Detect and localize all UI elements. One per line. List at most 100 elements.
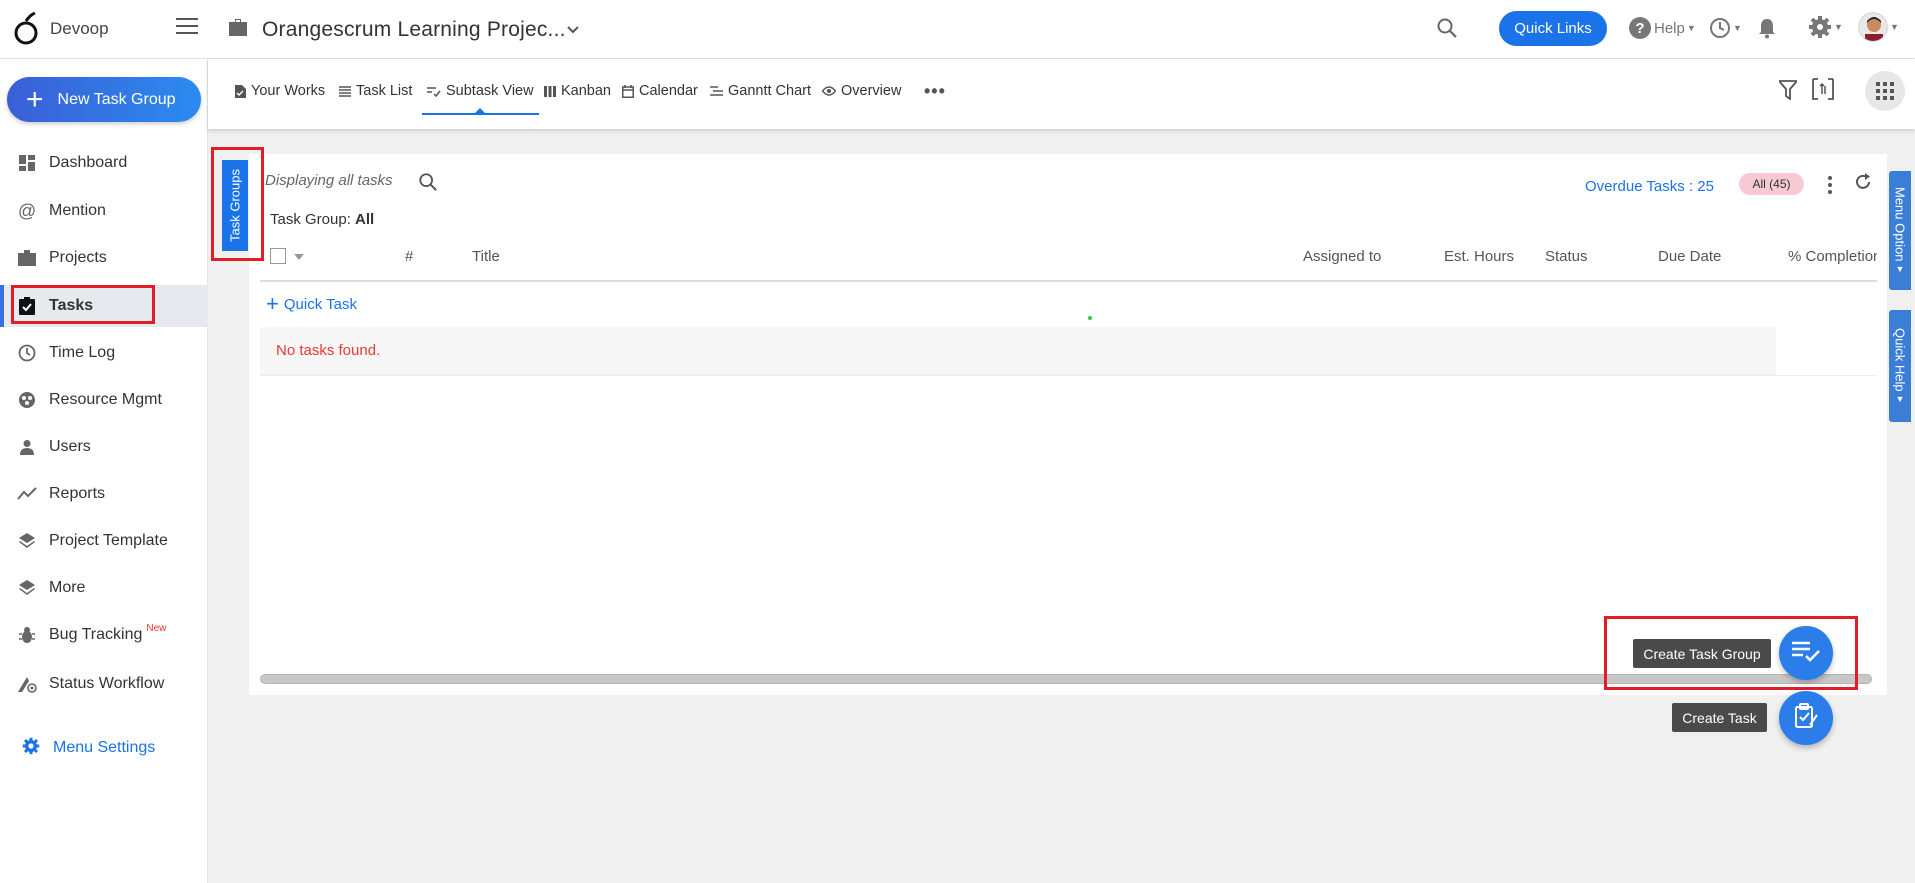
quick-help-label: Quick Help bbox=[1892, 327, 1908, 392]
gear-icon[interactable]: ▼ bbox=[1808, 15, 1843, 39]
sidebar-item-label: Mention bbox=[49, 202, 106, 219]
tab-task-list[interactable]: Task List bbox=[339, 80, 412, 102]
kebab-menu-icon[interactable] bbox=[1828, 176, 1832, 197]
eye-icon bbox=[822, 86, 836, 96]
export-icon[interactable] bbox=[1812, 78, 1834, 105]
table-header: # Title Assigned to Est. Hours Status Du… bbox=[260, 238, 1877, 282]
subtask-icon bbox=[427, 86, 441, 97]
active-tab-underline bbox=[422, 113, 539, 115]
tab-label: Your Works bbox=[251, 83, 326, 99]
help-icon: ? bbox=[1629, 17, 1651, 39]
sidebar-item-more[interactable]: More bbox=[0, 567, 208, 609]
col-assigned-to[interactable]: Assigned to bbox=[1303, 248, 1381, 265]
select-all-checkbox[interactable] bbox=[270, 248, 286, 264]
help-menu[interactable]: ? Help ▼ bbox=[1629, 17, 1696, 39]
col-completion[interactable]: % Completion bbox=[1788, 248, 1877, 265]
sidebar-item-resource-mgmt[interactable]: Resource Mgmt bbox=[0, 379, 208, 421]
menu-settings-link[interactable]: Menu Settings bbox=[0, 728, 208, 768]
tab-calendar[interactable]: Calendar bbox=[622, 80, 698, 102]
layers-icon bbox=[17, 531, 37, 551]
row-divider bbox=[260, 375, 1877, 376]
gear-icon bbox=[22, 737, 40, 760]
bell-icon[interactable] bbox=[1757, 17, 1777, 44]
create-task-group-button[interactable] bbox=[1779, 626, 1833, 680]
clock-icon[interactable]: ▼ bbox=[1709, 17, 1742, 39]
sidebar-item-label: More bbox=[49, 579, 86, 596]
displaying-text: Displaying all tasks bbox=[265, 172, 393, 189]
chevron-down-icon[interactable] bbox=[565, 22, 581, 43]
search-icon[interactable] bbox=[418, 172, 438, 197]
apps-grid-icon[interactable] bbox=[1865, 71, 1905, 111]
trend-icon bbox=[17, 484, 37, 504]
select-dropdown-caret-icon[interactable] bbox=[294, 254, 304, 260]
highlight-box bbox=[11, 285, 155, 324]
empty-message: No tasks found. bbox=[276, 342, 381, 359]
quick-task-label: Quick Task bbox=[283, 295, 357, 313]
calendar-icon bbox=[622, 84, 634, 98]
more-tabs-icon[interactable]: ••• bbox=[924, 81, 946, 102]
sidebar: + New Task Group Dashboard @ Mention Pro… bbox=[0, 59, 208, 883]
all-tasks-badge[interactable]: All (45) bbox=[1739, 173, 1804, 195]
refresh-icon[interactable] bbox=[1853, 172, 1873, 197]
sidebar-item-bug-tracking[interactable]: Bug Tracking New bbox=[0, 614, 208, 656]
overdue-tasks-link[interactable]: Overdue Tasks : 25 bbox=[1585, 178, 1714, 195]
user-avatar-menu[interactable]: ▼ bbox=[1858, 12, 1899, 42]
dashboard-icon bbox=[17, 153, 37, 173]
tab-overview[interactable]: Overview bbox=[822, 80, 901, 102]
create-task-button[interactable] bbox=[1779, 691, 1833, 745]
search-icon[interactable] bbox=[1436, 17, 1458, 44]
doc-icon bbox=[235, 84, 246, 98]
sidebar-item-mention[interactable]: @ Mention bbox=[0, 190, 208, 232]
new-task-group-label: New Task Group bbox=[57, 90, 176, 108]
briefcase-icon bbox=[17, 248, 37, 268]
briefcase-icon bbox=[226, 16, 250, 45]
sidebar-item-label: Users bbox=[49, 438, 91, 455]
hamburger-menu-icon[interactable] bbox=[176, 18, 198, 36]
project-title[interactable]: Orangescrum Learning Projec... bbox=[262, 18, 566, 42]
clock-icon bbox=[17, 343, 37, 363]
menu-option-label: Menu Option bbox=[1892, 186, 1908, 262]
list-check-icon bbox=[1792, 640, 1820, 667]
col-number: # bbox=[405, 248, 414, 265]
sidebar-item-reports[interactable]: Reports bbox=[0, 473, 208, 515]
col-status[interactable]: Status bbox=[1545, 248, 1588, 265]
quick-links-button[interactable]: Quick Links bbox=[1499, 11, 1607, 46]
top-bar: Devoop Orangescrum Learning Projec... Qu… bbox=[0, 0, 1915, 59]
logo[interactable]: Devoop bbox=[12, 11, 109, 46]
tab-your-works[interactable]: Your Works bbox=[235, 80, 325, 102]
plus-icon: + bbox=[266, 291, 279, 316]
quick-help-tab[interactable]: Quick Help ▼ bbox=[1889, 310, 1911, 422]
sidebar-item-time-log[interactable]: Time Log bbox=[0, 332, 208, 374]
user-icon bbox=[17, 437, 37, 457]
task-panel bbox=[249, 154, 1887, 695]
kanban-icon bbox=[544, 85, 556, 97]
sidebar-item-label: Resource Mgmt bbox=[49, 391, 162, 408]
col-est-hours[interactable]: Est. Hours bbox=[1444, 248, 1514, 265]
new-task-group-button[interactable]: + New Task Group bbox=[7, 77, 201, 122]
avatar bbox=[1858, 12, 1888, 42]
sidebar-item-label: Bug Tracking bbox=[49, 626, 143, 643]
sidebar-item-project-template[interactable]: Project Template bbox=[0, 520, 208, 562]
menu-option-tab[interactable]: Menu Option ▼ bbox=[1889, 171, 1911, 290]
col-title[interactable]: Title bbox=[472, 248, 500, 265]
sidebar-item-dashboard[interactable]: Dashboard bbox=[0, 142, 208, 184]
at-icon: @ bbox=[17, 200, 37, 221]
create-task-tooltip: Create Task bbox=[1672, 703, 1767, 732]
sidebar-item-label: Project Template bbox=[49, 532, 168, 549]
col-due-date[interactable]: Due Date bbox=[1658, 248, 1721, 265]
tab-label: Overview bbox=[841, 83, 902, 99]
tab-kanban[interactable]: Kanban bbox=[544, 80, 611, 102]
new-badge: New bbox=[146, 622, 167, 634]
sidebar-item-label: Projects bbox=[49, 249, 107, 266]
quick-task-link[interactable]: + Quick Task bbox=[266, 293, 357, 315]
filter-icon[interactable] bbox=[1777, 80, 1799, 105]
tab-subtask-view[interactable]: Subtask View bbox=[427, 80, 534, 102]
plus-icon: + bbox=[26, 82, 44, 116]
sidebar-item-projects[interactable]: Projects bbox=[0, 237, 208, 279]
sidebar-item-label: Status Workflow bbox=[49, 675, 165, 692]
sidebar-item-users[interactable]: Users bbox=[0, 426, 208, 468]
view-tab-bar: Your Works Task List Subtask View Kanban… bbox=[208, 59, 1915, 129]
task-group-filter[interactable]: Task Group: All bbox=[270, 211, 374, 228]
sidebar-item-status-workflow[interactable]: Status Workflow bbox=[0, 663, 208, 705]
tab-gantt-chart[interactable]: Ganntt Chart bbox=[710, 80, 811, 102]
